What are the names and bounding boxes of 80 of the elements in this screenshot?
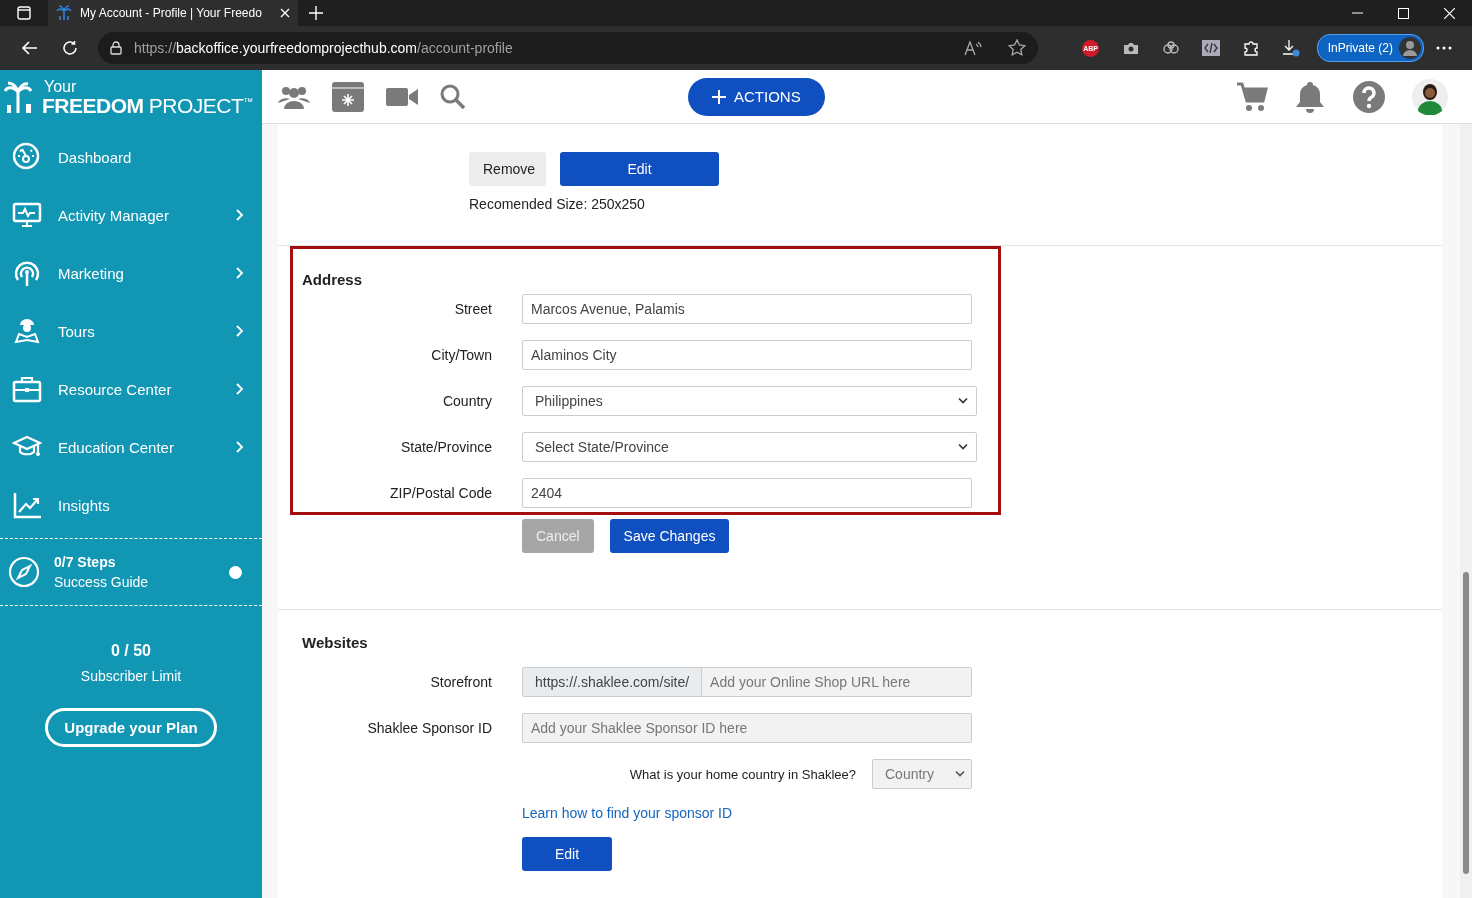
extension-icon[interactable] [1161, 41, 1180, 55]
code-icon[interactable] [1201, 40, 1220, 56]
scrollbar[interactable] [1460, 124, 1472, 898]
inprivate-button[interactable]: InPrivate (2) [1316, 34, 1424, 62]
size-note: Recomended Size: 250x250 [469, 196, 646, 212]
field-label: State/Province [399, 439, 492, 455]
back-icon[interactable] [22, 41, 38, 55]
text-field[interactable]: 2404 [522, 478, 972, 508]
close-icon[interactable] [280, 8, 290, 18]
more-icon[interactable] [1436, 46, 1452, 50]
address-bar[interactable]: https://backoffice.yourfreedomprojecthub.com/account-profile [98, 32, 1038, 64]
avatar-icon [1399, 37, 1421, 59]
chevron-down-icon [958, 442, 968, 452]
save-button[interactable]: Save Changes [609, 519, 730, 553]
field-label: ZIP/Postal Code [389, 485, 492, 501]
maximize-icon[interactable] [1397, 7, 1409, 19]
text-field[interactable]: Alaminos City [522, 340, 972, 370]
bell-icon[interactable] [1294, 79, 1326, 114]
field-label: What is your home country in Shaklee? [629, 766, 856, 782]
subscriber-label: Subscriber Limit [80, 668, 182, 684]
edit-button[interactable]: Edit [522, 837, 612, 871]
steps-count: 0/7 Steps [54, 554, 117, 570]
edit-button[interactable]: Edit [560, 152, 719, 186]
reader-icon [12, 316, 42, 346]
chart-icon [12, 490, 42, 520]
nav-item[interactable]: Education Center [0, 418, 262, 476]
help-link[interactable]: Learn how to find your sponsor ID [522, 805, 733, 821]
palm-tree-icon [56, 5, 72, 21]
storefront-field[interactable]: https://.shaklee.com/site/ Add your Online Shop URL here [522, 667, 972, 697]
logo[interactable]: Your FREEDOM PROJECT$^{™}$ [42, 78, 253, 116]
plus-icon [712, 89, 726, 104]
monitor-icon [12, 200, 42, 230]
country-dropdown[interactable]: Country [872, 759, 972, 789]
help-icon[interactable] [1352, 79, 1386, 114]
guide-label[interactable]: Success Guide [54, 574, 215, 590]
remove-button[interactable]: Remove [469, 152, 546, 186]
upgrade-button[interactable]: Upgrade your Plan [45, 708, 217, 747]
section-title: Websites [302, 634, 369, 651]
puzzle-icon[interactable] [1242, 40, 1259, 56]
nav-item[interactable]: Marketing [0, 244, 262, 302]
field-label: Street [453, 301, 492, 317]
field-label: Country [441, 393, 492, 409]
download-icon[interactable] [1281, 39, 1300, 57]
group-icon[interactable] [278, 84, 310, 109]
browser-tab[interactable]: My Account - Profile | Your Freedo [48, 0, 298, 26]
field-label: Shaklee Sponsor ID [366, 720, 492, 736]
read-aloud-icon[interactable] [964, 40, 982, 56]
nav-item[interactable]: Resource Center [0, 360, 262, 418]
minimize-icon[interactable] [1351, 12, 1363, 14]
new-tab-icon[interactable] [309, 6, 323, 20]
cart-icon[interactable] [1236, 80, 1268, 113]
sponsor-id-field[interactable]: Add your Shaklee Sponsor ID here [522, 713, 972, 743]
avatar[interactable] [1412, 78, 1448, 115]
nav-item[interactable]: Insights [0, 476, 262, 534]
section-title: Address [302, 271, 364, 288]
text-field[interactable]: Marcos Avenue, Palamis [522, 294, 972, 324]
chevron-down-icon [958, 396, 968, 406]
url-text: https://backoffice.yourfreedomprojecthub.com/account-profile [134, 40, 514, 56]
subscriber-count: 0 / 50 [111, 642, 151, 660]
lock-icon [110, 41, 122, 55]
tab-actions-icon[interactable] [17, 6, 31, 20]
dropdown[interactable]: Select State/Province [522, 432, 977, 462]
refresh-icon[interactable] [62, 40, 78, 56]
camera-icon[interactable] [1122, 41, 1139, 55]
chevron-down-icon [955, 769, 965, 779]
field-label: Storefront [429, 674, 492, 690]
network-window-icon[interactable] [332, 81, 364, 112]
nav-item[interactable]: Dashboard [0, 128, 262, 186]
briefcase-icon [12, 374, 42, 404]
search-icon[interactable] [440, 83, 466, 110]
gauge-icon [12, 142, 42, 172]
video-camera-icon[interactable] [386, 86, 418, 107]
actions-button[interactable]: ACTIONS [688, 77, 825, 116]
nav-item[interactable]: Tours [0, 302, 262, 360]
compass-icon [8, 556, 40, 588]
star-icon[interactable] [1008, 39, 1026, 57]
dropdown[interactable]: Philippines [522, 386, 977, 416]
nav-item[interactable]: Activity Manager [0, 186, 262, 244]
close-window-icon[interactable] [1443, 7, 1455, 19]
field-label: City/Town [430, 347, 492, 363]
